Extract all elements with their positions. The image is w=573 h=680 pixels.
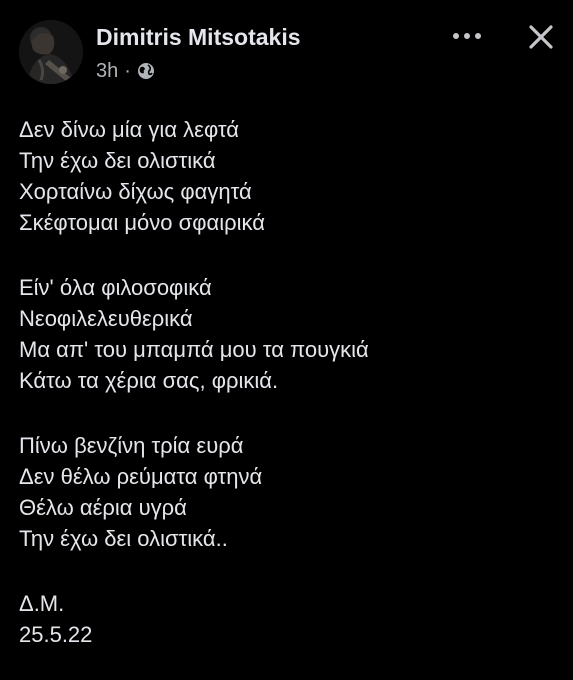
poem-line: Σκέφτομαι μόνο σφαιρικά: [19, 210, 265, 235]
poem-line: Δεν θέλω ρεύματα φτηνά: [19, 464, 263, 489]
stanza-break: [19, 554, 559, 588]
poem-line: Μα απ' του μπαμπά μου τα πουγκιά: [19, 337, 369, 362]
poem-line: Κάτω τα χέρια σας, φρικιά.: [19, 368, 279, 393]
poem-line: Δεν δίνω μία για λεφτά: [19, 117, 240, 142]
globe-icon[interactable]: [137, 62, 155, 80]
more-options-dot: [464, 33, 470, 39]
poem-line: Χορταίνω δίχως φαγητά: [19, 179, 252, 204]
post-time[interactable]: 3h: [96, 60, 118, 83]
post-header: Dimitris Mitsotakis 3h ·: [0, 0, 573, 95]
poem-line: Πίνω βενζίνη τρία ευρά: [19, 433, 244, 458]
signature: Δ.Μ.: [19, 591, 65, 616]
poem-line: Την έχω δει ολιστικά: [19, 148, 216, 173]
avatar-photo: [19, 20, 83, 84]
close-button[interactable]: [520, 16, 562, 58]
stanza-break: [19, 238, 559, 272]
stanza-break: [19, 396, 559, 430]
close-icon: [529, 25, 553, 49]
more-options-button[interactable]: [446, 22, 488, 50]
author-name[interactable]: Dimitris Mitsotakis: [96, 24, 301, 51]
post-date: 25.5.22: [19, 622, 93, 647]
poem-line: Είν' όλα φιλοσοφικά: [19, 275, 212, 300]
meta-separator: ·: [124, 59, 131, 82]
avatar[interactable]: [19, 20, 83, 84]
post-text: Δεν δίνω μία για λεφτά Την έχω δει ολιστ…: [19, 114, 559, 650]
poem-line: Θέλω αέρια υγρά: [19, 495, 187, 520]
poem-line: Την έχω δει ολιστικά..: [19, 526, 228, 551]
more-options-dot: [475, 33, 481, 39]
more-options-icon: [453, 33, 459, 39]
post-meta: 3h ·: [96, 59, 155, 83]
poem-line: Νεοφιλελευθερικά: [19, 306, 193, 331]
